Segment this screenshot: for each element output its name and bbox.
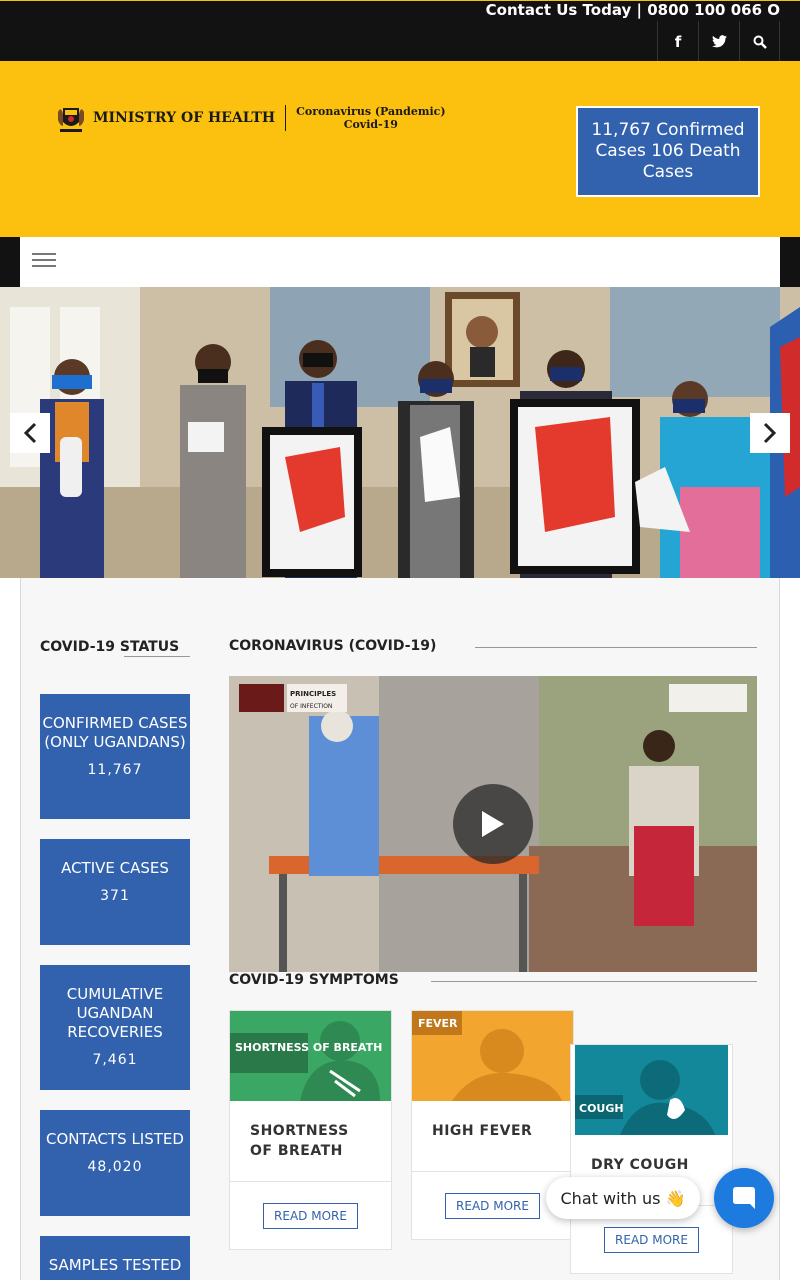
- chevron-right-icon: [763, 422, 777, 444]
- stat-samples-tested[interactable]: SAMPLES TESTED: [40, 1236, 190, 1280]
- section-title-coronavirus: CORONAVIRUS (COVID-19): [229, 638, 437, 654]
- symptom-card-cough: COUGH DRY COUGH READ MORE: [570, 1044, 733, 1274]
- symptom-card-breath: SHORTNESS OF BREATH SHORTNESS OF BREATH …: [229, 1010, 392, 1250]
- hamburger-menu-icon[interactable]: [32, 253, 56, 271]
- chat-launcher-button[interactable]: [714, 1168, 774, 1228]
- title-rule: [124, 656, 190, 657]
- stat-contacts-listed[interactable]: CONTACTS LISTED 48,020: [40, 1110, 190, 1216]
- logo-subtitle-line1: Coronavirus (Pandemic): [296, 105, 446, 118]
- logo-subtitle: Coronavirus (Pandemic) Covid-19: [296, 105, 445, 131]
- sidebar-title: COVID-19 STATUS: [40, 638, 190, 657]
- chevron-left-icon: [23, 422, 37, 444]
- play-button[interactable]: [453, 784, 533, 864]
- video-player[interactable]: PRINCIPLES OF INFECTION: [229, 676, 757, 972]
- symptom-image-label: FEVER: [418, 1017, 458, 1030]
- stat-label: CUMULATIVE UGANDAN RECOVERIES: [66, 985, 164, 1041]
- logo-subtitle-line2: Covid-19: [343, 118, 398, 131]
- hero-photo: [0, 287, 800, 578]
- card-footer: READ MORE: [230, 1181, 391, 1249]
- svg-text:PRINCIPLES: PRINCIPLES: [290, 690, 336, 698]
- stat-value: 371: [100, 888, 130, 904]
- logo-divider: [285, 105, 287, 131]
- nav-wrapper: [0, 237, 800, 287]
- stat-recoveries[interactable]: CUMULATIVE UGANDAN RECOVERIES 7,461: [40, 965, 190, 1090]
- stat-value: 7,461: [92, 1052, 138, 1068]
- symptom-image: FEVER: [412, 1011, 573, 1101]
- title-rule: [431, 981, 757, 982]
- main-content: COVID-19 STATUS CONFIRMED CASES (ONLY UG…: [20, 578, 780, 1280]
- search-icon[interactable]: [739, 21, 780, 62]
- stat-label: ACTIVE CASES: [61, 859, 169, 877]
- symptom-image-label: SHORTNESS OF BREATH: [235, 1041, 382, 1054]
- slider-next-button[interactable]: [750, 413, 790, 453]
- svg-text:OF INFECTION: OF INFECTION: [290, 703, 332, 710]
- section-title-symptoms: COVID-19 SYMPTOMS: [229, 972, 399, 988]
- read-more-button[interactable]: READ MORE: [263, 1202, 358, 1229]
- chat-prompt[interactable]: Chat with us 👋: [546, 1177, 700, 1219]
- symptom-image-label: COUGH: [579, 1102, 624, 1115]
- stat-label: SAMPLES TESTED: [48, 1256, 182, 1274]
- play-icon: [482, 811, 504, 837]
- symptom-image: SHORTNESS OF BREATH: [230, 1011, 391, 1101]
- nav-bar: [20, 237, 780, 287]
- cases-summary-box[interactable]: 11,767 Confirmed Cases 106 Death Cases: [576, 106, 760, 197]
- symptom-title: SHORTNESS OF BREATH: [250, 1123, 349, 1159]
- stat-active-cases[interactable]: ACTIVE CASES 371: [40, 839, 190, 945]
- facebook-icon[interactable]: f: [657, 21, 698, 62]
- site-header: MINISTRY OF HEALTH Coronavirus (Pandemic…: [0, 61, 800, 237]
- ministry-name: MINISTRY OF HEALTH: [93, 110, 276, 126]
- chat-bubble-icon: [733, 1187, 755, 1209]
- coat-of-arms-icon: [58, 108, 84, 132]
- hero-slider: [0, 287, 800, 578]
- symptom-title: HIGH FEVER: [432, 1123, 533, 1139]
- stat-confirmed-cases[interactable]: CONFIRMED CASES (ONLY UGANDANS) 11,767: [40, 694, 190, 819]
- slider-prev-button[interactable]: [10, 413, 50, 453]
- stat-label: CONFIRMED CASES (ONLY UGANDANS): [42, 714, 188, 751]
- contact-text[interactable]: Contact Us Today | 0800 100 066 O: [486, 1, 780, 19]
- read-more-button[interactable]: READ MORE: [604, 1226, 699, 1253]
- sidebar-title-text: COVID-19 STATUS: [40, 639, 180, 655]
- title-rule: [475, 647, 757, 648]
- top-bar: Contact Us Today | 0800 100 066 O f: [0, 0, 800, 62]
- stat-label: CONTACTS LISTED: [46, 1130, 184, 1148]
- ministry-logo[interactable]: MINISTRY OF HEALTH Coronavirus (Pandemic…: [57, 101, 446, 135]
- stat-value: 11,767: [87, 762, 143, 778]
- twitter-icon[interactable]: [698, 21, 739, 62]
- stat-value: 48,020: [87, 1159, 143, 1175]
- symptom-image: COUGH: [571, 1045, 732, 1135]
- social-links: f: [657, 21, 780, 62]
- read-more-button[interactable]: READ MORE: [445, 1192, 540, 1219]
